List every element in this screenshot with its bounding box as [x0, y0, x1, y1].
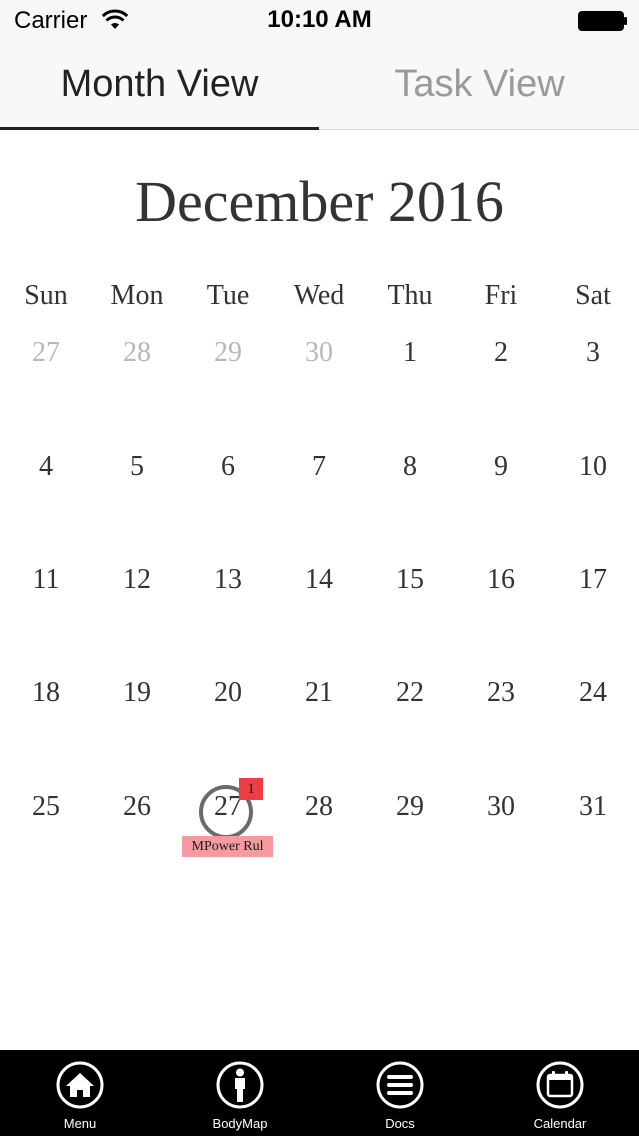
- weekday-sun: Sun: [24, 280, 68, 311]
- day-cell[interactable]: 18: [0, 663, 92, 723]
- tab-month-view[interactable]: Month View: [0, 40, 319, 129]
- bottom-tab-docs[interactable]: Docs: [320, 1050, 480, 1136]
- day-cell[interactable]: 28: [91, 323, 183, 383]
- status-time: 10:10 AM: [267, 6, 372, 33]
- day-cell[interactable]: 24: [547, 663, 639, 723]
- event-chip[interactable]: MPower Rul: [182, 836, 273, 857]
- list-icon: [376, 1061, 424, 1109]
- day-cell[interactable]: 4: [0, 437, 92, 497]
- tab-task-view[interactable]: Task View: [320, 40, 639, 129]
- day-cell[interactable]: 28: [273, 777, 365, 837]
- day-cell[interactable]: 3: [547, 323, 639, 383]
- day-cell[interactable]: 5: [91, 437, 183, 497]
- day-cell[interactable]: 20: [182, 663, 274, 723]
- day-cell[interactable]: 6: [182, 437, 274, 497]
- day-cell[interactable]: 12: [91, 550, 183, 610]
- month-title: December 2016: [135, 169, 504, 234]
- person-icon: [216, 1061, 264, 1109]
- day-cell[interactable]: 30: [455, 777, 547, 837]
- weekday-thu: Thu: [387, 280, 433, 311]
- day-cell[interactable]: 9: [455, 437, 547, 497]
- day-cell[interactable]: 8: [364, 437, 456, 497]
- day-cell[interactable]: 29: [364, 777, 456, 837]
- weekday-mon: Mon: [110, 280, 164, 311]
- day-cell[interactable]: 14: [273, 550, 365, 610]
- battery-icon: [578, 11, 627, 31]
- day-cell[interactable]: 26: [91, 777, 183, 837]
- day-cell[interactable]: 23: [455, 663, 547, 723]
- weekday-fri: Fri: [484, 280, 518, 311]
- day-cell[interactable]: 22: [364, 663, 456, 723]
- day-cell[interactable]: 7: [273, 437, 365, 497]
- day-cell[interactable]: 27: [0, 323, 92, 383]
- event-count-badge: 1: [239, 778, 263, 800]
- weekday-sat: Sat: [575, 280, 611, 311]
- day-cell[interactable]: 16: [455, 550, 547, 610]
- weekday-wed: Wed: [293, 280, 345, 311]
- weekday-tue: Tue: [206, 280, 250, 311]
- calendar-icon: [536, 1061, 584, 1109]
- day-cell[interactable]: 15: [364, 550, 456, 610]
- bottom-tab-label: Menu: [63, 1116, 97, 1131]
- bottom-tab-label: Calendar: [533, 1116, 587, 1131]
- day-cell[interactable]: 1: [364, 323, 456, 383]
- bottom-tab-menu[interactable]: Menu: [0, 1050, 160, 1136]
- bottom-tab-label: BodyMap: [212, 1116, 268, 1131]
- day-cell[interactable]: 25: [0, 777, 92, 837]
- bottom-tab-label: Docs: [385, 1116, 415, 1131]
- day-cell[interactable]: 10: [547, 437, 639, 497]
- day-cell[interactable]: 31: [547, 777, 639, 837]
- day-cell[interactable]: 29: [182, 323, 274, 383]
- bottom-tab-bodymap[interactable]: BodyMap: [160, 1050, 320, 1136]
- day-cell[interactable]: 2: [455, 323, 547, 383]
- bottom-tab-bar: Menu BodyMap Docs Calendar: [0, 1050, 639, 1136]
- home-icon: [56, 1061, 104, 1109]
- day-cell[interactable]: 21: [273, 663, 365, 723]
- bottom-tab-calendar[interactable]: Calendar: [480, 1050, 639, 1136]
- selected-tab-indicator: [0, 127, 319, 130]
- day-cell[interactable]: 19: [91, 663, 183, 723]
- view-tabs: Month View Task View: [0, 40, 639, 130]
- day-cell[interactable]: 13: [182, 550, 274, 610]
- day-cell[interactable]: 30: [273, 323, 365, 383]
- day-cell[interactable]: 11: [0, 550, 92, 610]
- day-cell[interactable]: 17: [547, 550, 639, 610]
- app-screen: Carrier 10:10 AM Month View Task View De…: [0, 0, 639, 1136]
- status-bar: Carrier 10:10 AM: [0, 0, 639, 40]
